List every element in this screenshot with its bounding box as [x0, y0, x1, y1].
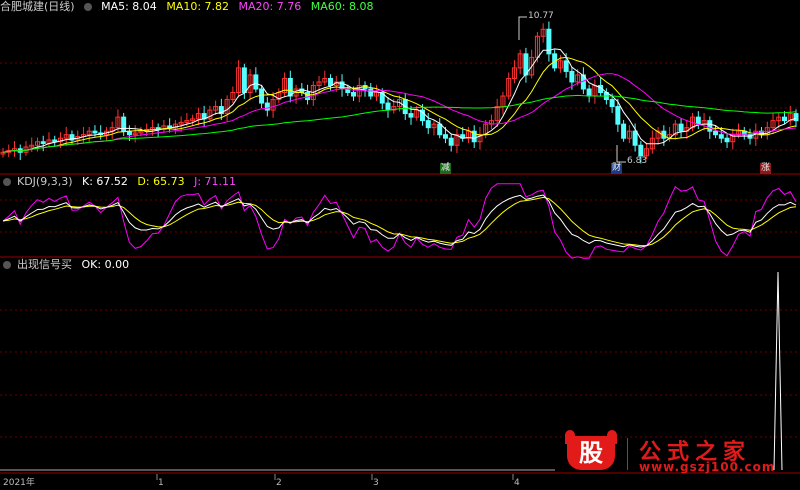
candle-body [632, 130, 638, 146]
x-axis-label-month-4: 4 [514, 478, 520, 488]
kdj-j-value: J: 71.11 [194, 175, 237, 188]
ma60-value: MA60: 8.08 [310, 0, 374, 13]
candle-body [718, 134, 724, 139]
candle-body [586, 88, 592, 97]
price-low-label: 6.83 [627, 156, 648, 166]
x-axis-label-month-2: 2 [276, 478, 282, 488]
candle-body [368, 88, 374, 97]
settings-dot-icon[interactable] [3, 261, 11, 269]
price-high-pointer [518, 16, 527, 40]
candle-body [448, 137, 454, 146]
candle-body [437, 123, 443, 136]
ma20-value: MA20: 7.76 [238, 0, 302, 13]
stock-chart[interactable] [0, 0, 800, 490]
ma20-line [2, 73, 797, 153]
candle-body [328, 77, 334, 86]
x-axis-label-month-1: 1 [158, 478, 164, 488]
candle-body [621, 123, 627, 139]
candle-body [52, 139, 58, 143]
event-marker-rise[interactable]: 涨 [760, 163, 772, 174]
price-high-label: 10.77 [528, 11, 554, 21]
kdj-d-line [2, 196, 797, 247]
kdj-d-value: D: 65.73 [137, 175, 185, 188]
candle-body [121, 116, 127, 132]
candle-body [638, 144, 644, 157]
signal-panel-header: 出现信号买 OK: 0.00 [0, 258, 135, 272]
candle-body [259, 88, 265, 104]
kdj-j-line [2, 183, 797, 259]
candle-body [563, 60, 569, 72]
candle-body [713, 130, 719, 136]
watermark-divider [627, 438, 628, 470]
candle-body [569, 70, 575, 83]
candle-body [793, 113, 799, 122]
signal-ok-value: OK: 0.00 [81, 258, 130, 271]
candle-body [287, 77, 293, 97]
ma5-value: MA5: 8.04 [101, 0, 157, 13]
kdj-k-line [2, 194, 797, 248]
kdj-panel-header: KDJ(9,3,3) K: 67.52 D: 65.73 J: 71.11 [0, 175, 242, 189]
candle-body [615, 106, 621, 125]
candle-body [264, 102, 270, 111]
event-marker-finance[interactable]: 财 [611, 163, 623, 174]
settings-dot-icon[interactable] [3, 178, 11, 186]
candle-body [305, 92, 311, 101]
candle-body [678, 123, 684, 132]
kdj-title: KDJ(9,3,3) [17, 175, 73, 188]
candle-body [351, 92, 357, 97]
candle-body [425, 120, 431, 129]
candle-body [385, 102, 391, 111]
brand-url: www.gszj100.com [639, 460, 776, 474]
settings-dot-icon[interactable] [83, 3, 92, 11]
candle-body [253, 74, 259, 90]
candle-body [442, 134, 448, 139]
candle-body [707, 120, 713, 132]
signal-title: 出现信号买 [17, 258, 72, 271]
x-axis-label-year: 2021年 [3, 478, 35, 488]
x-axis-label-month-3: 3 [373, 478, 379, 488]
candle-body [241, 67, 247, 94]
price-low-pointer [616, 145, 626, 163]
candle-body [695, 116, 701, 125]
main-panel-header: 合肥城建(日线) MA5: 8.04 MA10: 7.82 MA20: 7.76… [0, 0, 379, 14]
candle-body [408, 113, 414, 118]
event-marker-reduce[interactable]: 减 [440, 163, 452, 174]
ma10-value: MA10: 7.82 [166, 0, 230, 13]
candle-body [609, 99, 615, 108]
candle-body [92, 130, 98, 134]
candle-body [40, 141, 46, 144]
kdj-k-value: K: 67.52 [82, 175, 128, 188]
watermark: 股 公式之家 www.gszj100.com [555, 430, 795, 474]
candle-body [782, 116, 788, 122]
stock-title: 合肥城建(日线) [0, 0, 75, 13]
candle-body [724, 137, 730, 143]
brand-logo: 股 [567, 436, 615, 470]
